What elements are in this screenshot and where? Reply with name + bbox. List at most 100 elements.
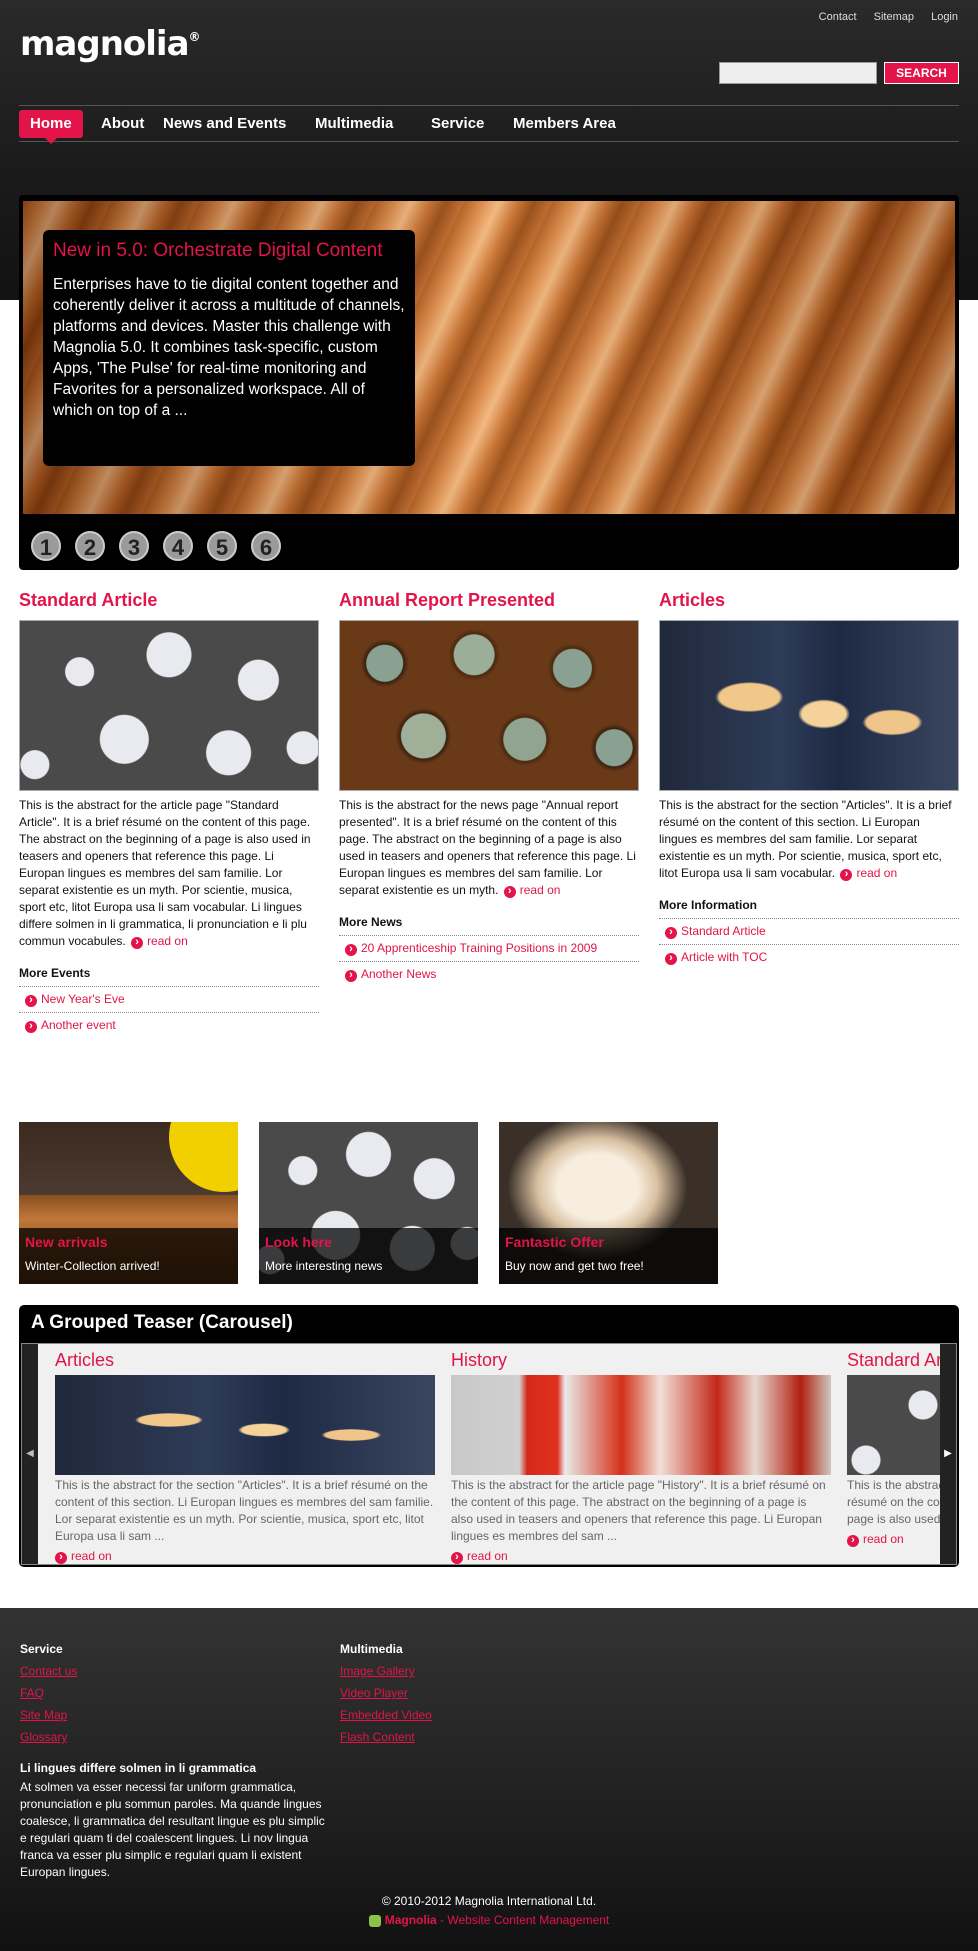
hero-title[interactable]: New in 5.0: Orchestrate Digital Content [53,240,405,262]
carousel-item-title[interactable]: Articles [55,1350,435,1371]
carousel-item-history: History This is the abstract for the art… [451,1350,831,1564]
teaser-subtitle: Buy now and get two free! [505,1259,644,1273]
magnolia-logo-icon [368,1914,381,1927]
column-abstract: This is the abstract for the news page "… [339,797,639,899]
slide-dot-2[interactable]: 2 [75,531,105,561]
footer-link[interactable]: FAQ [20,1686,77,1700]
column-abstract: This is the abstract for the article pag… [19,797,319,950]
slide-dot-1[interactable]: 1 [31,531,61,561]
search-button[interactable]: SEARCH [884,62,959,84]
logo-text: magnolia [20,24,190,64]
column-articles: Articles This is the abstract for the se… [659,590,959,970]
footer-link[interactable]: Embedded Video [340,1708,432,1722]
carousel-title: A Grouped Teaser (Carousel) [31,1312,293,1333]
list-item[interactable]: Another News [339,962,639,987]
abstract-text: This is the abstract for the news page "… [339,798,636,897]
teaser-title[interactable]: Look here [265,1234,472,1250]
footer-blurb-title: Li lingues differe solmen in li grammati… [20,1761,257,1775]
read-on-link[interactable]: read on [504,883,561,897]
column-title[interactable]: Articles [659,590,959,611]
sitemap-link[interactable]: Sitemap [874,11,914,23]
column-title[interactable]: Standard Article [19,590,319,611]
more-events: More Events New Year's Eve Another event [19,966,319,1038]
read-on-link[interactable]: read on [55,1549,435,1564]
slide-dot-6[interactable]: 6 [251,531,281,561]
read-on-link[interactable]: read on [840,866,897,880]
column-image[interactable] [659,620,959,791]
more-information: More Information Standard Article Articl… [659,898,959,970]
more-title: More News [339,915,639,936]
slide-dot-5[interactable]: 5 [207,531,237,561]
footer-link[interactable]: Site Map [20,1708,77,1722]
carousel-item-title[interactable]: History [451,1350,831,1371]
carousel-item-image[interactable] [451,1375,831,1475]
column-abstract: This is the abstract for the section "Ar… [659,797,959,882]
column-image[interactable] [19,620,319,791]
search-input[interactable] [719,62,877,84]
powered-brand: Magnolia [384,1913,437,1927]
list-item[interactable]: Article with TOC [659,945,959,970]
footer-link[interactable]: Video Player [340,1686,432,1700]
main-nav: Home About News and Events Multimedia Se… [19,105,959,144]
footer-link[interactable]: Image Gallery [340,1664,432,1678]
column-title[interactable]: Annual Report Presented [339,590,639,611]
column-image[interactable] [339,620,639,791]
logo-mark: ® [188,29,201,44]
footer-blurb: Li lingues differe solmen in li grammati… [20,1760,330,1881]
teaser-look-here[interactable]: Look here More interesting news [259,1122,478,1284]
column-standard-article: Standard Article This is the abstract fo… [19,590,319,1038]
carousel-next-icon[interactable]: ▶ [940,1344,956,1564]
footer-heading: Service [20,1642,63,1656]
hero-slideshow: New in 5.0: Orchestrate Digital Content … [19,195,959,570]
copyright: © 2010-2012 Magnolia International Ltd. [381,1894,597,1908]
nav-service[interactable]: Service [420,110,495,138]
teaser-title[interactable]: Fantastic Offer [505,1234,712,1250]
teaser-new-arrivals[interactable]: New arrivals Winter-Collection arrived! [19,1122,238,1284]
nav-news-and-events[interactable]: News and Events [152,110,297,138]
powered-by[interactable]: Magnolia - Website Content Management [0,1913,978,1927]
powered-text: - Website Content Management [436,1913,610,1927]
nav-about[interactable]: About [90,110,155,138]
read-on-link[interactable]: read on [131,934,188,948]
footer-link[interactable]: Contact us [20,1664,77,1678]
carousel-item-articles: Articles This is the abstract for the se… [55,1350,435,1564]
carousel-item-image[interactable] [55,1375,435,1475]
list-item[interactable]: Standard Article [659,919,959,945]
logo[interactable]: magnolia® [20,24,201,64]
more-news: More News 20 Apprenticeship Training Pos… [339,915,639,987]
teaser-title[interactable]: New arrivals [25,1234,232,1250]
carousel-item-text: This is the abstract for the article pag… [451,1478,826,1543]
slide-dot-4[interactable]: 4 [163,531,193,561]
nav-multimedia[interactable]: Multimedia [304,110,404,138]
login-link[interactable]: Login [931,11,958,23]
footer-multimedia: Multimedia Image Gallery Video Player Em… [340,1642,432,1752]
teaser-subtitle: Winter-Collection arrived! [25,1259,160,1273]
footer-link[interactable]: Flash Content [340,1730,432,1744]
teaser-caption: New arrivals Winter-Collection arrived! [19,1228,238,1284]
slide-dot-3[interactable]: 3 [119,531,149,561]
slide-pager: 123456 [31,531,295,561]
abstract-text: This is the abstract for the section "Ar… [659,798,952,880]
contact-link[interactable]: Contact [819,11,857,23]
more-title: More Information [659,898,959,919]
footer-blurb-text: At solmen va esser necessi far uniform g… [20,1780,325,1879]
nav-home[interactable]: Home [19,110,83,144]
list-item[interactable]: New Year's Eve [19,987,319,1013]
utility-links: Contact Sitemap Login [805,11,958,23]
column-annual-report: Annual Report Presented This is the abst… [339,590,639,987]
read-on-link[interactable]: read on [451,1549,831,1564]
footer-link[interactable]: Glossary [20,1730,77,1744]
footer-heading: Multimedia [340,1642,403,1656]
teaser-caption: Look here More interesting news [259,1228,478,1284]
list-item[interactable]: Another event [19,1013,319,1038]
abstract-text: This is the abstract for the article pag… [19,798,311,948]
hero-caption[interactable]: New in 5.0: Orchestrate Digital Content … [43,230,415,466]
carousel-prev-icon[interactable]: ◀ [22,1344,38,1564]
grouped-teaser-carousel: A Grouped Teaser (Carousel) ◀ Articles T… [19,1305,959,1567]
teaser-caption: Fantastic Offer Buy now and get two free… [499,1228,718,1284]
footer: Service Contact us FAQ Site Map Glossary… [0,1608,978,1951]
nav-members-area[interactable]: Members Area [502,110,627,138]
list-item[interactable]: 20 Apprenticeship Training Positions in … [339,936,639,962]
teaser-fantastic-offer[interactable]: Fantastic Offer Buy now and get two free… [499,1122,718,1284]
carousel-body: ◀ Articles This is the abstract for the … [21,1343,957,1565]
